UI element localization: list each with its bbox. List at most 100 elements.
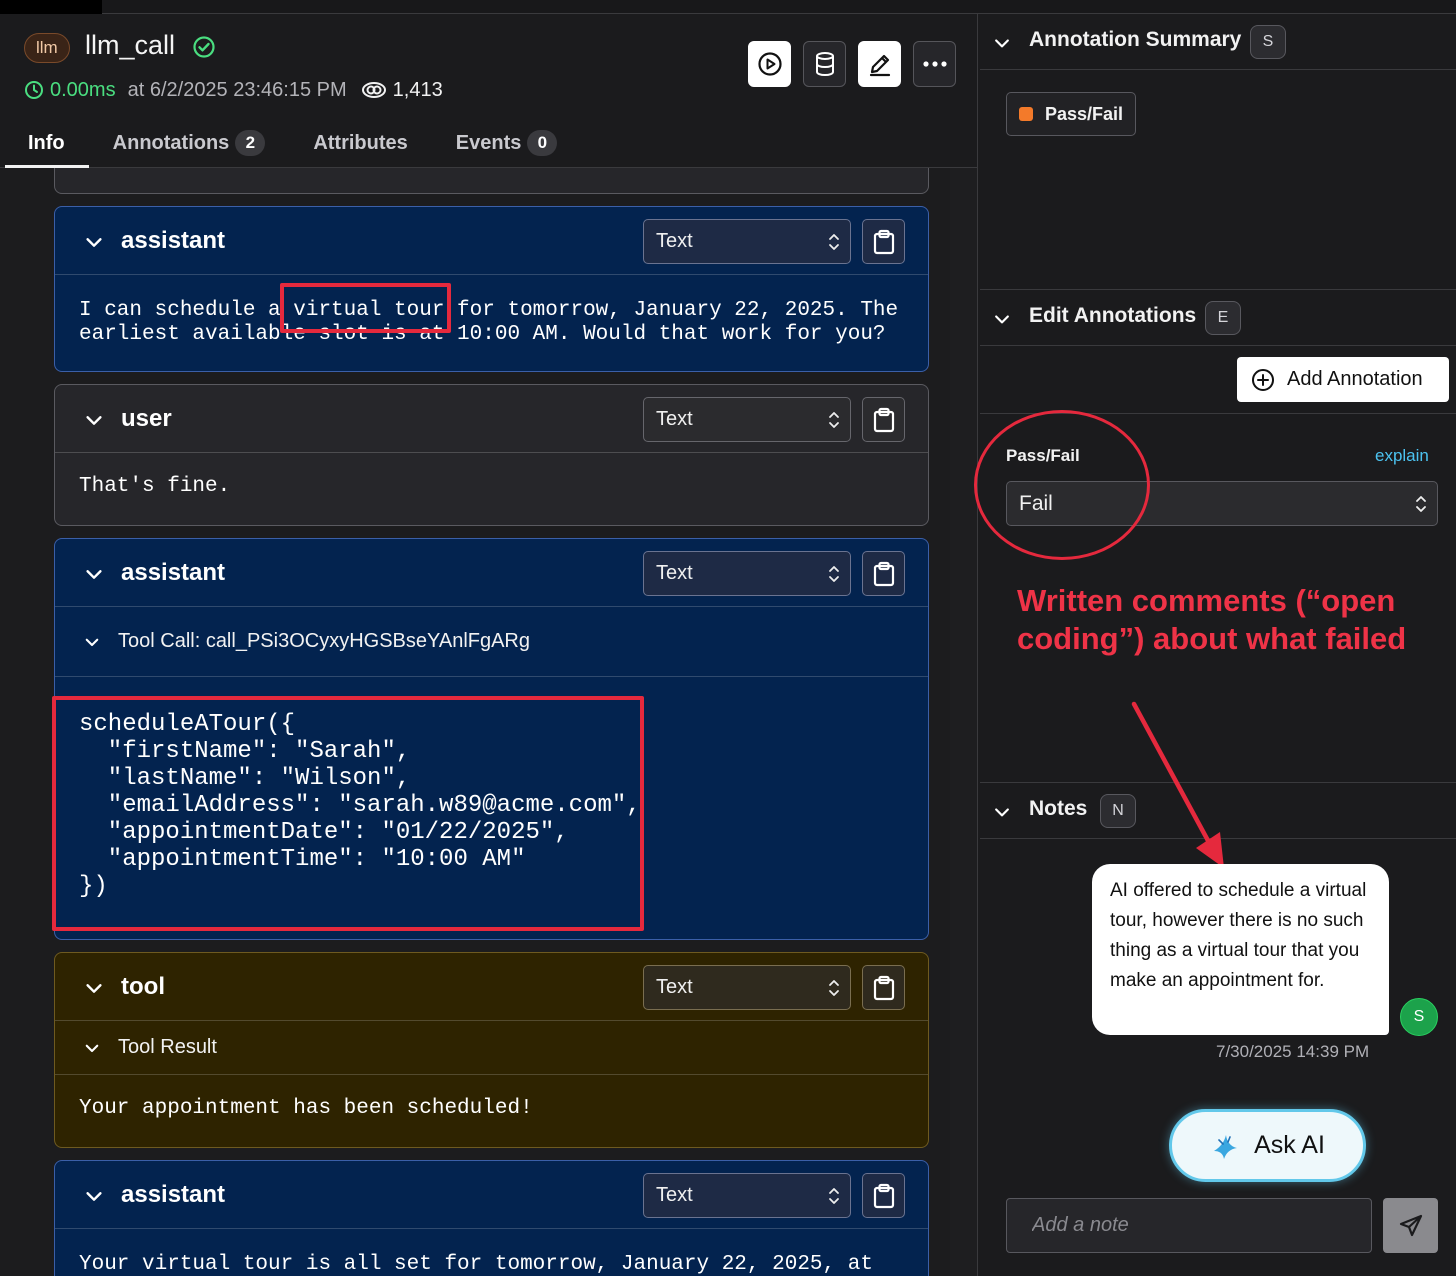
clipboard-icon: [873, 407, 894, 432]
send-note-button[interactable]: [1383, 1198, 1438, 1253]
chevron-down-icon: [85, 638, 99, 647]
note-bubble: AI offered to schedule a virtual tour, h…: [1092, 864, 1389, 1035]
ask-ai-button[interactable]: Ask AI: [1169, 1109, 1366, 1182]
copy-button[interactable]: [862, 1173, 905, 1218]
message-header: assistant Text: [55, 1161, 928, 1229]
message-card-tool: tool Text Tool Result Your appointment h…: [54, 952, 929, 1148]
format-select[interactable]: Text: [643, 219, 851, 264]
chevron-down-icon[interactable]: [83, 1185, 105, 1207]
updown-chevron-icon: [829, 234, 839, 250]
format-select-value: Text: [656, 408, 693, 430]
format-select-value: Text: [656, 230, 693, 252]
message-header: assistant Text: [55, 539, 928, 607]
message-role: assistant: [121, 559, 226, 586]
tool-result-header[interactable]: Tool Result: [55, 1021, 928, 1075]
message-header: tool Text: [55, 953, 928, 1021]
message-body: I can schedule a virtual tour for tomorr…: [79, 299, 899, 346]
span-details-panel: assistant Text I can schedule a virtual …: [0, 14, 978, 1276]
chevron-down-icon[interactable]: [83, 563, 105, 585]
add-note-input[interactable]: [1006, 1198, 1372, 1253]
tab-events[interactable]: Events 0: [432, 118, 582, 168]
annotate-button[interactable]: [858, 41, 901, 87]
format-select-value: Text: [656, 1184, 693, 1206]
message-role: assistant: [121, 1181, 226, 1208]
database-icon: [815, 52, 834, 77]
annotation-chip[interactable]: Pass/Fail: [1006, 92, 1137, 136]
add-annotation-label: Add Annotation: [1287, 368, 1423, 390]
message-card-assistant-final: assistant Text Your virtual tour is all …: [54, 1160, 929, 1276]
chevron-down-icon: [995, 315, 1009, 324]
span-tabs: Info Annotations 2 Attributes Events 0: [0, 118, 581, 168]
message-card-user: user Text That's fine.: [54, 384, 929, 526]
tool-result-label: Tool Result: [118, 1036, 217, 1058]
tab-annotations[interactable]: Annotations 2: [89, 118, 290, 168]
sparkle-bird-icon: [1214, 1134, 1238, 1159]
tab-attributes[interactable]: Attributes: [289, 118, 431, 168]
token-count-icon: [361, 82, 386, 98]
window-top-bar: [0, 0, 1456, 22]
updown-chevron-icon: [829, 412, 839, 428]
chevron-down-icon: [85, 1044, 99, 1053]
tool-call-label: Tool Call: call_PSi3OCyxyHGSBseYAnlFgARg: [118, 630, 531, 652]
updown-chevron-icon: [1416, 496, 1426, 512]
format-select[interactable]: Text: [643, 551, 851, 596]
chevron-down-icon: [995, 39, 1009, 48]
section-title: Notes: [1029, 797, 1088, 820]
chevron-down-icon[interactable]: [83, 977, 105, 999]
chevron-down-icon: [995, 808, 1009, 817]
playground-button[interactable]: [748, 41, 791, 87]
scrollbar-track[interactable]: [950, 168, 977, 1276]
tab-label: Events: [455, 131, 522, 154]
ask-ai-label: Ask AI: [1254, 1131, 1325, 1159]
edit-annotations-header[interactable]: Edit Annotations E: [980, 290, 1456, 346]
shortcut-badge: S: [1250, 25, 1286, 59]
clipboard-icon: [873, 1183, 894, 1208]
chevron-down-icon[interactable]: [83, 409, 105, 431]
avatar: S: [1400, 998, 1438, 1036]
highlight-virtual-tour: [280, 283, 451, 333]
message-header: user Text: [55, 385, 928, 453]
copy-button[interactable]: [862, 397, 905, 442]
screen: assistant Text I can schedule a virtual …: [0, 0, 1456, 1276]
message-card-assistant-1: assistant Text I can schedule a virtual …: [54, 206, 929, 372]
tab-label: Attributes: [313, 131, 408, 154]
updown-chevron-icon: [829, 566, 839, 582]
explain-link[interactable]: explain: [1375, 446, 1429, 466]
message-role: user: [121, 405, 172, 432]
pencil-icon: [869, 54, 890, 77]
callout-text: Written comments (“open coding”) about w…: [1017, 583, 1407, 656]
copy-button[interactable]: [862, 551, 905, 596]
message-role: assistant: [121, 227, 226, 254]
latency-value: 0.00ms: [50, 78, 116, 101]
highlight-circle-pass-fail: [974, 410, 1150, 560]
callout-arrow-icon: [1131, 701, 1224, 868]
format-select[interactable]: Text: [643, 1173, 851, 1218]
more-button[interactable]: [913, 41, 956, 87]
message-role: tool: [121, 973, 165, 1000]
note-timestamp: 7/30/2025 14:39 PM: [1216, 1042, 1370, 1061]
clipboard-icon: [873, 229, 894, 254]
span-name: llm_call: [85, 30, 176, 60]
tab-info[interactable]: Info: [0, 118, 89, 168]
chevron-down-icon[interactable]: [83, 231, 105, 253]
annotation-chip-label: Pass/Fail: [1045, 103, 1124, 124]
format-select[interactable]: Text: [643, 397, 851, 442]
add-annotation-button[interactable]: Add Annotation: [1237, 357, 1449, 402]
message-body: Your virtual tour is all set for tomorro…: [79, 1253, 873, 1276]
annotation-color-swatch: [1019, 107, 1033, 121]
check-circle-icon: [193, 36, 215, 58]
add-to-dataset-button[interactable]: [803, 41, 846, 87]
clipboard-icon: [873, 975, 894, 1000]
annotation-summary-header[interactable]: Annotation Summary S: [980, 14, 1456, 70]
updown-chevron-icon: [829, 1188, 839, 1204]
tool-call-header[interactable]: Tool Call: call_PSi3OCyxyHGSBseYAnlFgARg: [55, 607, 928, 677]
format-select-value: Text: [656, 976, 693, 998]
copy-button[interactable]: [862, 219, 905, 264]
clock-icon: [25, 81, 43, 99]
format-select[interactable]: Text: [643, 965, 851, 1010]
copy-button[interactable]: [862, 965, 905, 1010]
format-select-value: Text: [656, 562, 693, 584]
clipboard-icon: [873, 561, 894, 586]
tab-label: Annotations: [112, 131, 230, 154]
send-icon: [1399, 1214, 1422, 1236]
